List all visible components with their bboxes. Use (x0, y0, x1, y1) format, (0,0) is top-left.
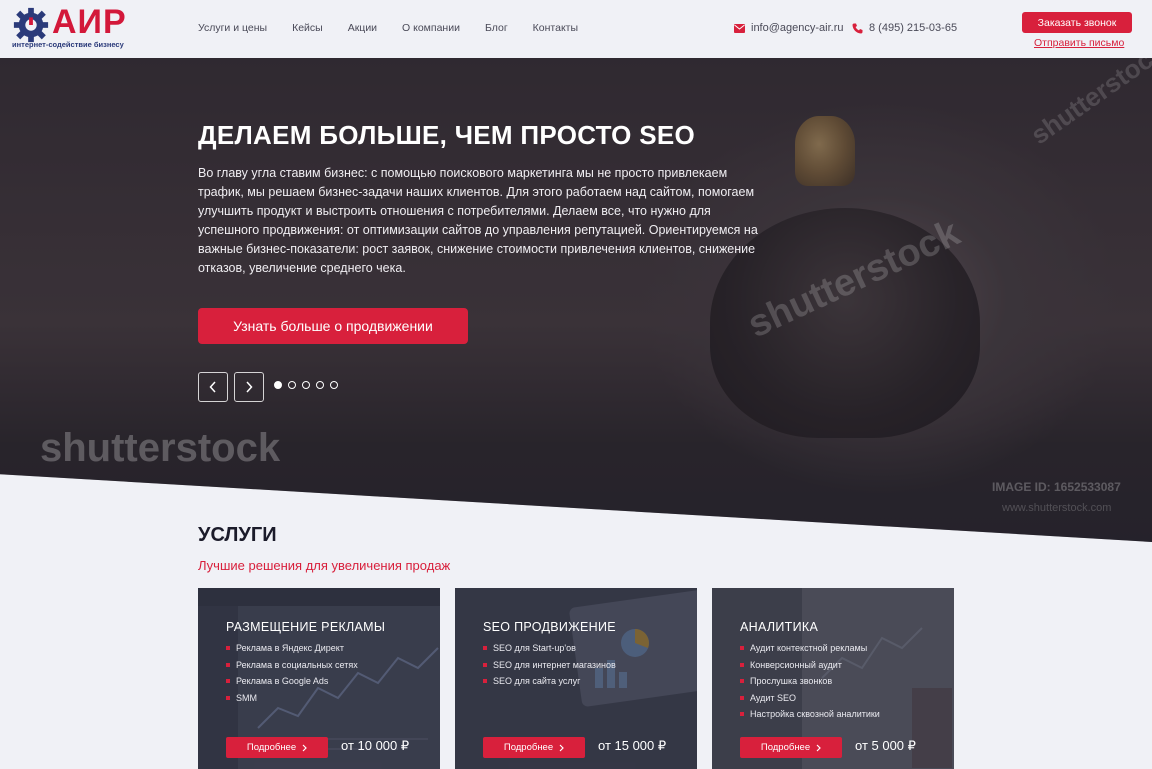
list-item: Реклама в Google Ads (226, 676, 358, 686)
nav-item-services[interactable]: Услуги и цены (198, 22, 267, 34)
service-list: Аудит контекстной рекламы Конверсионный … (740, 643, 880, 726)
hero-slider: shutterstock shutterstock shutterstock I… (0, 58, 1152, 542)
main-nav: Услуги и цены Кейсы Акции О компании Бло… (198, 22, 603, 34)
list-item: Конверсионный аудит (740, 660, 880, 670)
service-card-seo[interactable]: SEO ПРОДВИЖЕНИЕ SEO для Start-up'ов SEO … (455, 588, 697, 769)
email-contact[interactable]: info@agency-air.ru (734, 22, 844, 34)
list-item: Прослушка звонков (740, 676, 880, 686)
slider-dot[interactable] (330, 381, 338, 389)
list-item: SEO для Start-up'ов (483, 643, 616, 653)
nav-item-blog[interactable]: Блог (485, 22, 508, 34)
list-item: Настройка сквозной аналитики (740, 709, 880, 719)
logo-tagline: интернет-содействие бизнесу (12, 40, 124, 49)
logo-text: АИР (52, 3, 127, 41)
slider-dot[interactable] (316, 381, 324, 389)
list-item: SEO для интернет магазинов (483, 660, 616, 670)
phone-icon (852, 23, 863, 33)
mail-icon (734, 23, 745, 33)
details-button[interactable]: Подробнее (740, 737, 842, 758)
slider-dot[interactable] (274, 381, 282, 389)
image-site-text: www.shutterstock.com (1002, 502, 1112, 514)
details-button-label: Подробнее (246, 742, 297, 753)
phone-text: 8 (495) 215-03-65 (869, 22, 958, 34)
learn-more-button[interactable]: Узнать больше о продвижении (198, 308, 468, 344)
details-button[interactable]: Подробнее (483, 737, 585, 758)
card-price: от 15 000 ₽ (598, 738, 667, 753)
service-list: SEO для Start-up'ов SEO для интернет маг… (483, 643, 616, 693)
details-button-label: Подробнее (760, 742, 811, 753)
list-item: Реклама в социальных сетях (226, 660, 358, 670)
chevron-left-icon (209, 381, 216, 393)
slider-dot[interactable] (302, 381, 310, 389)
details-button[interactable]: Подробнее (226, 737, 328, 758)
list-item: Аудит SEO (740, 693, 880, 703)
nav-item-about[interactable]: О компании (402, 22, 460, 34)
gear-logo-icon (13, 7, 49, 43)
slider-dot[interactable] (288, 381, 296, 389)
chevron-right-icon (246, 381, 253, 393)
send-mail-link[interactable]: Отправить письмо (1034, 37, 1124, 49)
card-title: АНАЛИТИКА (740, 620, 819, 634)
phone-contact[interactable]: 8 (495) 215-03-65 (852, 22, 957, 34)
card-title: РАЗМЕЩЕНИЕ РЕКЛАМЫ (226, 620, 386, 634)
nav-item-contacts[interactable]: Контакты (533, 22, 578, 34)
hero-description: Во главу угла ставим бизнес: с помощью п… (198, 166, 758, 275)
hero-title: ДЕЛАЕМ БОЛЬШЕ, ЧЕМ ПРОСТО SEO (198, 120, 696, 150)
slider-next-button[interactable] (234, 372, 264, 402)
card-price: от 10 000 ₽ (341, 738, 410, 753)
site-header: АИР интернет-содействие бизнесу Услуги и… (0, 0, 1152, 58)
slider-prev-button[interactable] (198, 372, 228, 402)
image-id-text: IMAGE ID: 1652533087 (992, 480, 1121, 494)
nav-item-promotions[interactable]: Акции (348, 22, 377, 34)
order-call-button[interactable]: Заказать звонок (1022, 12, 1132, 33)
card-price: от 5 000 ₽ (855, 738, 916, 753)
services-subtitle: Лучшие решения для увеличения продаж (198, 558, 451, 573)
slider-dots (274, 381, 338, 389)
list-item: Аудит контекстной рекламы (740, 643, 880, 653)
nav-item-cases[interactable]: Кейсы (292, 22, 323, 34)
list-item: Реклама в Яндекс Директ (226, 643, 358, 653)
email-text: info@agency-air.ru (751, 22, 844, 34)
chevron-right-icon (816, 744, 821, 751)
service-card-advertising[interactable]: РАЗМЕЩЕНИЕ РЕКЛАМЫ Реклама в Яндекс Дире… (198, 588, 440, 769)
list-item: SEO для сайта услуг (483, 676, 616, 686)
services-title: УСЛУГИ (198, 524, 277, 546)
service-card-analytics[interactable]: АНАЛИТИКА Аудит контекстной рекламы Конв… (712, 588, 954, 769)
service-list: Реклама в Яндекс Директ Реклама в социал… (226, 643, 358, 709)
list-item: SMM (226, 693, 358, 703)
logo[interactable]: АИР интернет-содействие бизнесу (12, 3, 132, 52)
details-button-label: Подробнее (503, 742, 554, 753)
chevron-right-icon (302, 744, 307, 751)
watermark-main: shutterstock (40, 426, 281, 470)
chevron-right-icon (559, 744, 564, 751)
card-title: SEO ПРОДВИЖЕНИЕ (483, 620, 616, 634)
